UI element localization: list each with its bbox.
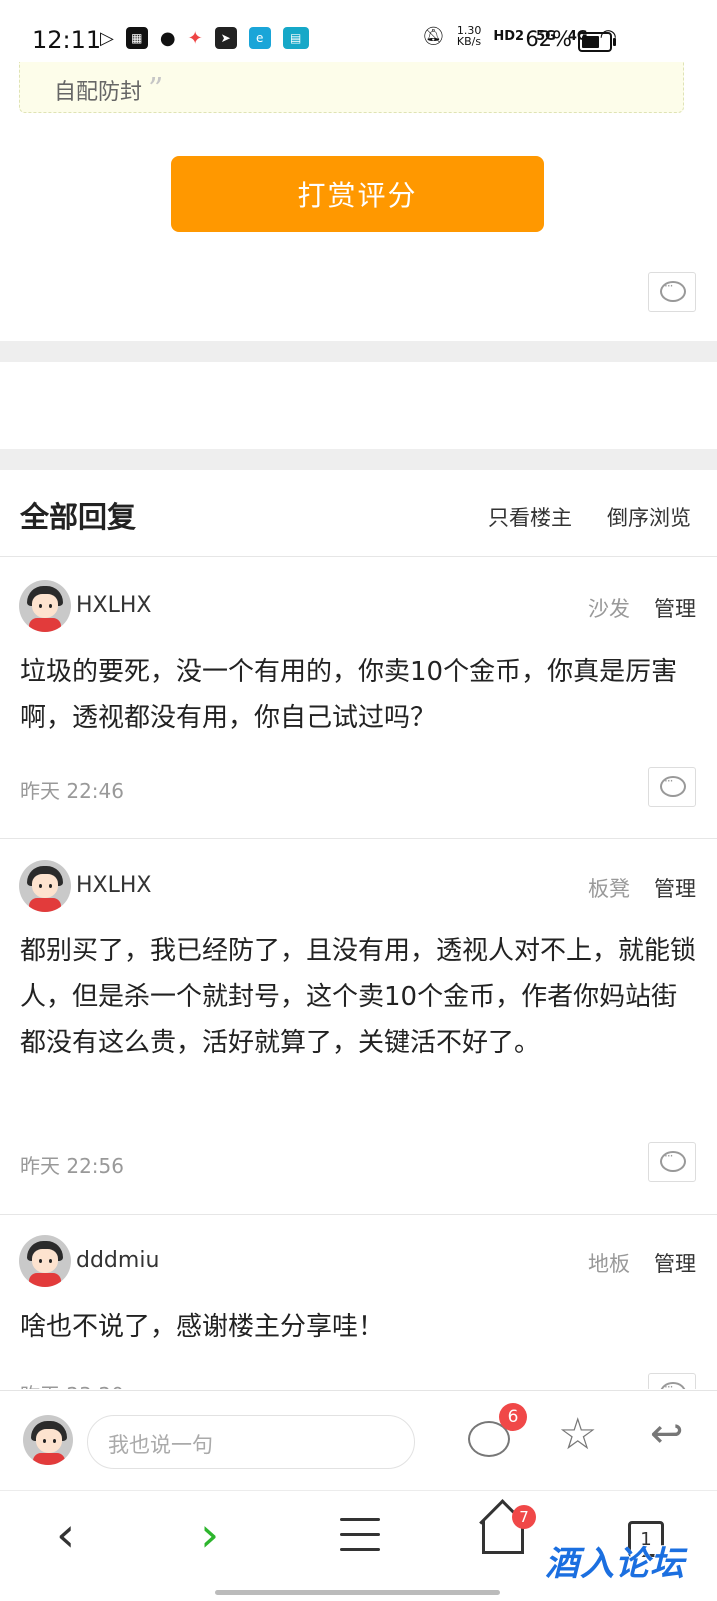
net-speed: 1.30 KB/s [456,24,482,48]
post-content: 啥也不说了，感谢楼主分享哇！ [20,1312,385,1342]
news-icon: ▤ [282,27,309,49]
my-avatar[interactable] [23,1415,73,1465]
replies-header: 全部回复 只看楼主 倒序浏览 [0,470,717,557]
floor-label: 地板 [588,1252,630,1276]
floor-label: 沙发 [588,597,630,621]
browser-nav-bar: ‹ › 7 1 酒入论坛 [0,1490,717,1601]
username[interactable]: HXLHX [76,593,152,618]
comment-icon [660,1380,686,1389]
status-time: 12:11 [32,26,102,54]
site-watermark: 酒入论坛 [545,1544,685,1584]
quote-block: 自配防封” [19,62,684,113]
share-back-icon[interactable]: ↩ [650,1414,684,1454]
comment-icon [660,1149,686,1172]
avatar[interactable] [19,860,71,912]
battery-percent: 62% [525,27,572,51]
back-icon[interactable]: ‹ [56,1511,75,1559]
username[interactable]: dddmiu [76,1248,159,1273]
manage-link[interactable]: 管理 [654,593,696,623]
reply-bar: 我也说一句 6 ☆ ↩ [0,1390,717,1491]
app-icon: ▦ [125,27,148,49]
reply-post: dddmiu 地板 管理 啥也不说了，感谢楼主分享哇！ 昨天 23:20 [0,1215,717,1389]
reply-input[interactable]: 我也说一句 [87,1415,415,1469]
play-icon: ▷ [100,27,114,49]
notification-icons: ▷ ▦ ● ✦ ➤ e ▤ [100,27,309,49]
section-divider [0,449,717,470]
reply-post: HXLHX 沙发 管理 垃圾的要死，没一个有用的，你卖10个金币，你真是厉害啊，… [0,557,717,839]
post-time: 昨天 22:56 [20,1154,124,1178]
comment-count-badge: 6 [499,1403,527,1431]
only-op-link[interactable]: 只看楼主 [488,502,572,532]
replies-title: 全部回复 [20,500,137,534]
post-content: 垃圾的要死，没一个有用的，你卖10个金币，你真是厉害啊，透视都没有用，你自己试过… [20,657,678,733]
reply-post: HXLHX 板凳 管理 都别买了，我已经防了，且没有用，透视人对不上，就能锁人，… [0,839,717,1215]
manage-link[interactable]: 管理 [654,1248,696,1278]
manage-link[interactable]: 管理 [654,873,696,903]
post-content: 都别买了，我已经防了，且没有用，透视人对不上，就能锁人，但是杀一个就封号，这个卖… [20,936,697,1058]
username[interactable]: HXLHX [76,873,152,898]
battery-icon [578,32,616,52]
quote-text: 自配防封 [54,80,143,105]
favorite-star-icon[interactable]: ☆ [558,1413,597,1457]
reply-button[interactable] [648,1373,696,1389]
reward-rating-button[interactable]: 打赏评分 [171,156,544,232]
quote-mark-icon: ” [148,72,164,107]
post-time: 昨天 22:46 [20,779,124,803]
reverse-order-link[interactable]: 倒序浏览 [607,502,691,532]
compass-icon: ✦ [187,27,203,49]
browser-icon: e [248,27,271,49]
telegram-icon: ➤ [214,27,237,49]
forward-icon[interactable]: › [200,1511,219,1559]
post-time: 昨天 23:20 [20,1379,124,1389]
floor-label: 板凳 [588,877,630,901]
hd-icon: HD2 [493,28,525,44]
comment-icon [660,774,686,797]
home-badge: 7 [512,1505,536,1529]
home-indicator [215,1590,500,1595]
mute-icon: 🔕︎ [422,25,445,47]
avatar[interactable] [19,1235,71,1287]
reply-op-button[interactable] [648,272,696,312]
reply-button[interactable] [648,1142,696,1182]
reply-input-placeholder: 我也说一句 [108,1433,213,1457]
penguin-icon: ● [159,27,176,49]
section-divider [0,341,717,362]
reply-button[interactable] [648,767,696,807]
menu-icon[interactable] [340,1518,380,1563]
comment-icon [660,279,686,302]
avatar[interactable] [19,580,71,632]
